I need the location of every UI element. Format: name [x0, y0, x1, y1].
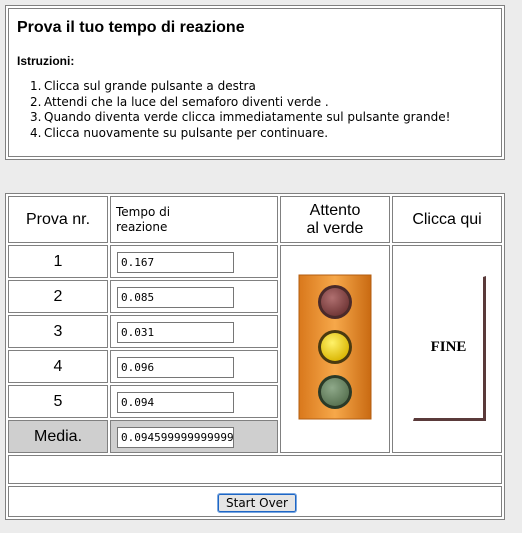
time-cell-2: 0.085: [110, 280, 278, 313]
instruction-text: Attendi che la luce del semaforo diventi…: [44, 94, 329, 109]
page-title: Prova il tuo tempo di reazione: [17, 19, 245, 36]
instruction-text: Clicca sul grande pulsante a destra: [44, 79, 256, 93]
time-cell-5: 0.094: [110, 385, 278, 418]
average-input[interactable]: 0.094599999999999: [117, 427, 234, 448]
instruction-number: 1.: [30, 79, 42, 93]
instruction-text: Quando diventa verde clicca immediatamen…: [44, 110, 451, 124]
instruction-item: 1. Clicca sul grande pulsante a destra: [17, 79, 450, 95]
header-watch-line1: Attento: [309, 201, 361, 219]
click-here-cell: FINE: [392, 245, 502, 453]
time-cell-3: 0.031: [110, 315, 278, 348]
time-input-4[interactable]: 0.096: [117, 357, 234, 378]
trial-label-5: 5: [8, 385, 108, 418]
traffic-light-cell: [280, 245, 390, 453]
trial-label-4: 4: [8, 350, 108, 383]
instruction-number: 4.: [30, 125, 42, 140]
instruction-item: 2. Attendi che la luce del semaforo diven…: [17, 95, 450, 111]
header-time: Tempo di reazione: [110, 196, 278, 243]
reaction-table: Prova nr. Tempo di reazione Attento al v…: [5, 193, 505, 520]
header-watch-green: Attento al verde: [280, 196, 390, 243]
time-input-2[interactable]: 0.085: [117, 287, 234, 308]
trial-number: 3: [53, 322, 63, 340]
instructions-label: Istruzioni:: [17, 54, 75, 68]
instruction-item: 3. Quando diventa verde clicca immediatam…: [17, 110, 450, 126]
average-label: Media.: [33, 427, 83, 445]
header-trial-label: Prova nr.: [25, 210, 91, 228]
trial-label-1: 1: [8, 245, 108, 278]
time-cell-4: 0.096: [110, 350, 278, 383]
trial-label-3: 3: [8, 315, 108, 348]
trial-number: 2: [53, 287, 63, 305]
instruction-number: 2.: [30, 94, 42, 109]
instruction-text: Clicca nuovamente su pulsante per contin…: [44, 125, 329, 140]
average-label-cell: Media.: [8, 420, 108, 453]
header-click-here: Clicca qui: [392, 196, 502, 243]
time-cell-1: 0.167: [110, 245, 278, 278]
traffic-light-icon: [298, 274, 372, 420]
fine-button[interactable]: FINE: [413, 276, 486, 421]
time-input-5[interactable]: 0.094: [117, 392, 234, 413]
instructions-panel: Prova il tuo tempo di reazione Istruzion…: [5, 5, 505, 160]
trial-number: 5: [53, 392, 63, 410]
time-input-1[interactable]: 0.167: [117, 252, 234, 273]
average-cell: 0.094599999999999: [110, 420, 278, 453]
header-trial: Prova nr.: [8, 196, 108, 243]
trial-number: 1: [53, 252, 63, 270]
instruction-number: 3.: [30, 110, 42, 124]
trial-number: 4: [53, 357, 63, 375]
instruction-item: 4. Clicca nuovamente su pulsante per cont…: [17, 126, 450, 142]
header-watch-line2: al verde: [306, 219, 364, 237]
header-time-line1: Tempo di: [116, 205, 171, 219]
header-click-label: Clicca qui: [412, 210, 482, 228]
fine-button-label: FINE: [430, 339, 467, 355]
start-over-label: Start Over: [226, 496, 288, 510]
message-row: [8, 455, 502, 484]
start-over-button[interactable]: Start Over: [217, 493, 297, 513]
time-input-3[interactable]: 0.031: [117, 322, 234, 343]
trial-label-2: 2: [8, 280, 108, 313]
instructions-list: 1. Clicca sul grande pulsante a destra 2.…: [17, 79, 450, 141]
header-time-line2: reazione: [116, 220, 168, 234]
